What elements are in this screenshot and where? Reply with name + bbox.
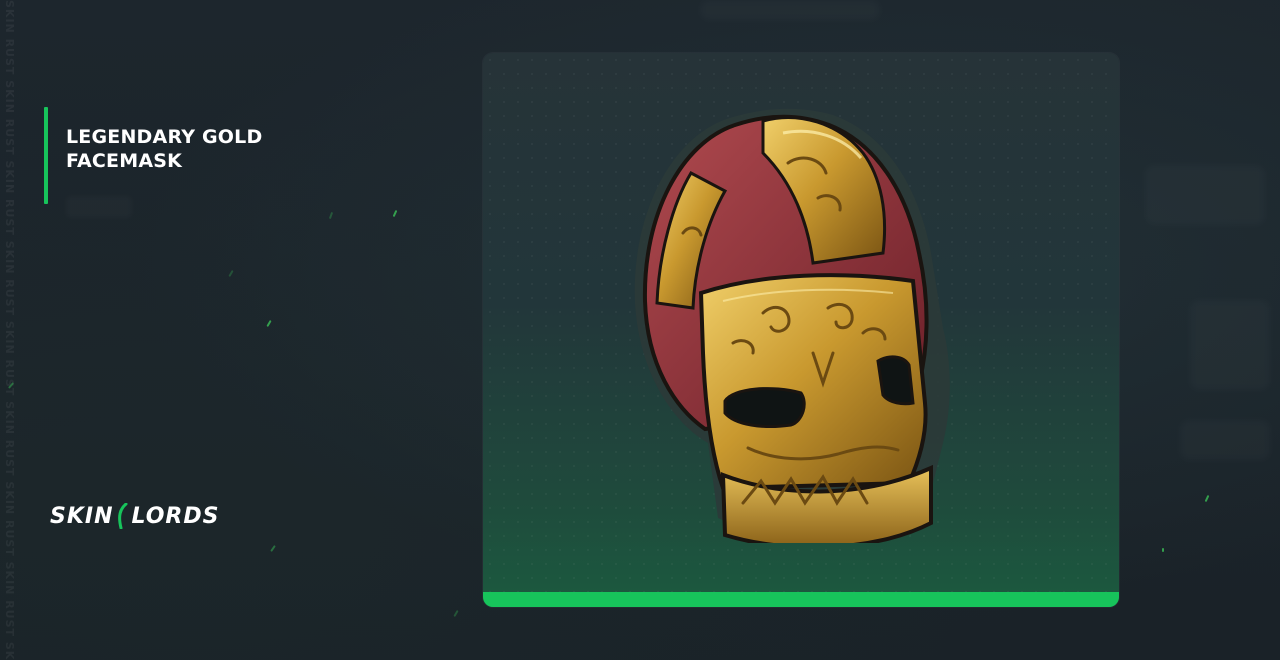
speck — [1162, 548, 1164, 552]
logo-text-left: SKIN — [50, 503, 114, 529]
side-watermark: SKIN RUST SKIN RUST SKIN RUST SKIN RUST … — [3, 0, 16, 660]
speck — [328, 211, 334, 220]
item-title-line1: LEGENDARY GOLD — [66, 126, 263, 148]
background-decoration — [1145, 165, 1265, 225]
background-decoration — [1190, 300, 1270, 390]
background-decoration — [700, 0, 880, 20]
speck — [228, 269, 234, 278]
gold-facemask-icon — [634, 108, 950, 543]
item-card — [483, 53, 1119, 607]
speck — [1204, 494, 1210, 503]
speck — [453, 609, 459, 618]
logo-text-right: LORDS — [131, 503, 220, 529]
title-accent-bar — [44, 107, 48, 204]
item-title-line2: FACEMASK — [66, 150, 183, 172]
faint-subtitle-placeholder — [66, 196, 132, 218]
speck — [392, 209, 398, 218]
speck — [270, 545, 276, 552]
hero-banner: SKIN RUST SKIN RUST SKIN RUST SKIN RUST … — [0, 0, 1280, 660]
rarity-bar — [483, 592, 1119, 607]
item-title: LEGENDARY GOLD FACEMASK — [66, 125, 346, 173]
background-decoration — [1180, 420, 1270, 460]
logo-slash-icon — [117, 503, 127, 529]
speck — [266, 319, 272, 328]
skinlords-logo[interactable]: SKIN LORDS — [50, 501, 219, 531]
